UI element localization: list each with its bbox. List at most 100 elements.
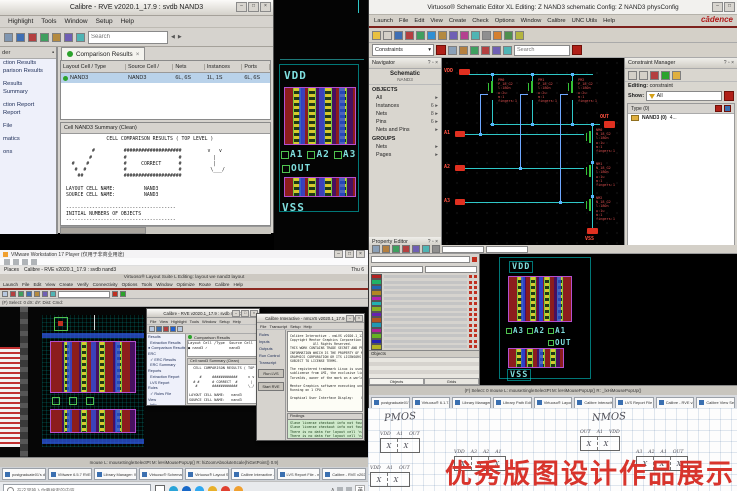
toolbar-icon[interactable] <box>16 33 25 42</box>
toolbar-icon[interactable] <box>405 31 414 40</box>
vmware-titlebar[interactable]: VMware Workstation 17 Player (仅用于非商业用途) … <box>0 250 368 258</box>
layer-visible-toggle[interactable] <box>469 281 472 284</box>
palette-dropdown[interactable] <box>425 266 477 273</box>
toolbar-icon[interactable] <box>422 245 430 253</box>
out-pin[interactable] <box>604 121 615 128</box>
task-button[interactable]: LVS Report File - nand3... <box>615 397 654 409</box>
navigator-item[interactable]: parison Results <box>0 67 56 75</box>
left-icon-toolbar[interactable] <box>20 307 28 457</box>
menu-item[interactable]: Options <box>122 282 138 287</box>
toolbar-icon[interactable] <box>76 33 85 42</box>
calibre-interactive-lvs-window[interactable]: Calibre Interactive - nmLVS v2020.1_17.9… <box>256 313 365 441</box>
toolbar-icon[interactable] <box>156 326 162 332</box>
menu-item[interactable]: Edit <box>414 18 424 24</box>
navigator-item[interactable]: Results <box>0 80 56 88</box>
navigator-object-row[interactable]: Nets and Pins▸ <box>369 126 441 134</box>
toolbar-icon[interactable] <box>10 291 16 297</box>
nmos-transistor[interactable]: NM0 N_18_G2 l:180n w:1u m:1 fingers:1 <box>584 130 624 146</box>
navigator-object-row[interactable]: Nets8 ▸ <box>369 110 441 118</box>
maximize-button[interactable]: □ <box>241 310 249 317</box>
menu-item[interactable]: Calibre <box>547 18 565 24</box>
layer-visible-toggle[interactable] <box>469 291 472 294</box>
toolbar-icon[interactable] <box>639 71 648 80</box>
toolbar-icon[interactable] <box>448 46 457 55</box>
layer-visible-toggle[interactable] <box>469 340 472 343</box>
rve-mini-navigator[interactable]: Results Extraction Results ● Comparison … <box>147 334 186 405</box>
toolbar-icon[interactable] <box>432 245 440 253</box>
toolbar-icon[interactable] <box>392 245 400 253</box>
layer-visible-toggle[interactable] <box>469 334 472 337</box>
lsw-mini-palette[interactable] <box>0 347 20 447</box>
search-prev-icon[interactable]: ◀ <box>171 34 175 40</box>
navigator-header[interactable]: Navigator ? ▫ × <box>369 58 441 69</box>
menu-item[interactable]: Transcript <box>269 324 287 329</box>
menu-item[interactable]: Help <box>304 324 312 329</box>
toolbar-icon[interactable] <box>672 71 681 80</box>
taskbar-app-icon[interactable] <box>234 486 243 491</box>
layer-select-toggle[interactable] <box>474 318 477 321</box>
column-header[interactable]: Ports <box>242 64 270 70</box>
menu-item[interactable]: Setup <box>290 324 300 329</box>
toolbar-icon[interactable] <box>504 31 513 40</box>
lvs-sidebar-item[interactable]: Run Control <box>258 353 284 358</box>
toolbar-icon[interactable] <box>661 71 670 80</box>
close-button[interactable]: × <box>356 250 365 258</box>
toolbar-icon[interactable] <box>492 46 501 55</box>
toolbar-icon[interactable] <box>149 326 155 332</box>
rve-titlebar[interactable]: Calibre - RVE v2020.1_17.9 : svdb NAND3 … <box>0 0 273 16</box>
toolbar-icon[interactable] <box>459 46 468 55</box>
toolbar-field[interactable] <box>442 246 484 253</box>
taskbar-app-icon[interactable] <box>182 486 191 491</box>
toolbar-icon[interactable] <box>383 31 392 40</box>
minimize-button[interactable]: – <box>346 315 354 322</box>
layer-select-toggle[interactable] <box>474 291 477 294</box>
menu-item[interactable]: Tools <box>41 18 56 25</box>
virtuoso-layout-titlebar[interactable]: Virtuoso® Layout Suite L Editing: layout… <box>0 274 368 281</box>
panel-buttons[interactable]: ? ▫ × <box>428 60 438 66</box>
minimize-button[interactable]: – <box>712 2 723 12</box>
toolbar-icon[interactable] <box>34 291 40 297</box>
start-rve-button[interactable]: Start RVE <box>258 382 284 391</box>
menu-item[interactable]: Calibre <box>215 282 230 287</box>
column-header[interactable]: Instances <box>205 64 242 70</box>
task-button[interactable]: Virtuoso® Schematic Edi... <box>139 468 183 480</box>
task-view-icon[interactable] <box>155 485 165 491</box>
table-row[interactable]: NAND3 NAND3 6L, 6S 1L, 1S 6L, 6S <box>61 73 270 83</box>
toolbar-icon[interactable] <box>163 326 169 332</box>
layer-select-toggle[interactable] <box>474 286 477 289</box>
navigator-item[interactable]: File <box>0 122 56 130</box>
pin-icon[interactable]: ▪ <box>52 50 54 56</box>
menu-item[interactable]: Launch <box>3 282 18 287</box>
run-lvs-button[interactable]: Run LVS <box>258 369 284 378</box>
calibre-rve-mini-window[interactable]: Calibre - RVE v2020.1_17.9 : svdb nand3 … <box>146 308 260 406</box>
schematic-search-input[interactable] <box>514 45 570 56</box>
menu-item[interactable]: UNC Utils <box>572 18 597 24</box>
toolbar-icon[interactable] <box>50 291 56 297</box>
menu-item[interactable]: Help <box>121 18 134 25</box>
lvs-sidebar-item[interactable]: Outputs <box>258 346 284 351</box>
column-header[interactable]: Nets <box>173 64 205 70</box>
maximize-button[interactable]: □ <box>345 250 354 258</box>
search-next-icon[interactable]: ▶ <box>178 34 182 40</box>
menu-item[interactable]: Edit <box>33 282 41 287</box>
task-button[interactable]: Calibre - RVE v2020.1... <box>656 397 695 409</box>
toolbar-icon[interactable] <box>40 33 49 42</box>
toolbar-icon[interactable] <box>26 291 32 297</box>
layer-select-toggle[interactable] <box>474 334 477 337</box>
panel-buttons[interactable]: ? ▫ × <box>724 60 734 66</box>
menu-item[interactable]: Highlight <box>8 18 33 25</box>
menu-item[interactable]: View <box>430 18 442 24</box>
menu-item[interactable]: File <box>260 324 266 329</box>
layer-visible-toggle[interactable] <box>469 297 472 300</box>
menu-item[interactable]: Connectivity <box>93 282 118 287</box>
task-button[interactable]: postgraduate01's deskt... <box>371 397 410 409</box>
toolbar-field[interactable] <box>58 291 110 298</box>
lvs-sidebar-item[interactable]: Transcript <box>258 360 284 365</box>
task-button[interactable]: VMware 6.5.7 RVE - Log... <box>48 468 92 480</box>
layer-visible-toggle[interactable] <box>469 324 472 327</box>
layer-select-toggle[interactable] <box>474 297 477 300</box>
toolbar-icon[interactable] <box>482 31 491 40</box>
close-button[interactable]: × <box>355 315 363 322</box>
task-button[interactable]: Virtuoso® Layout Suite... <box>534 397 573 409</box>
layer-visible-toggle[interactable] <box>469 318 472 321</box>
